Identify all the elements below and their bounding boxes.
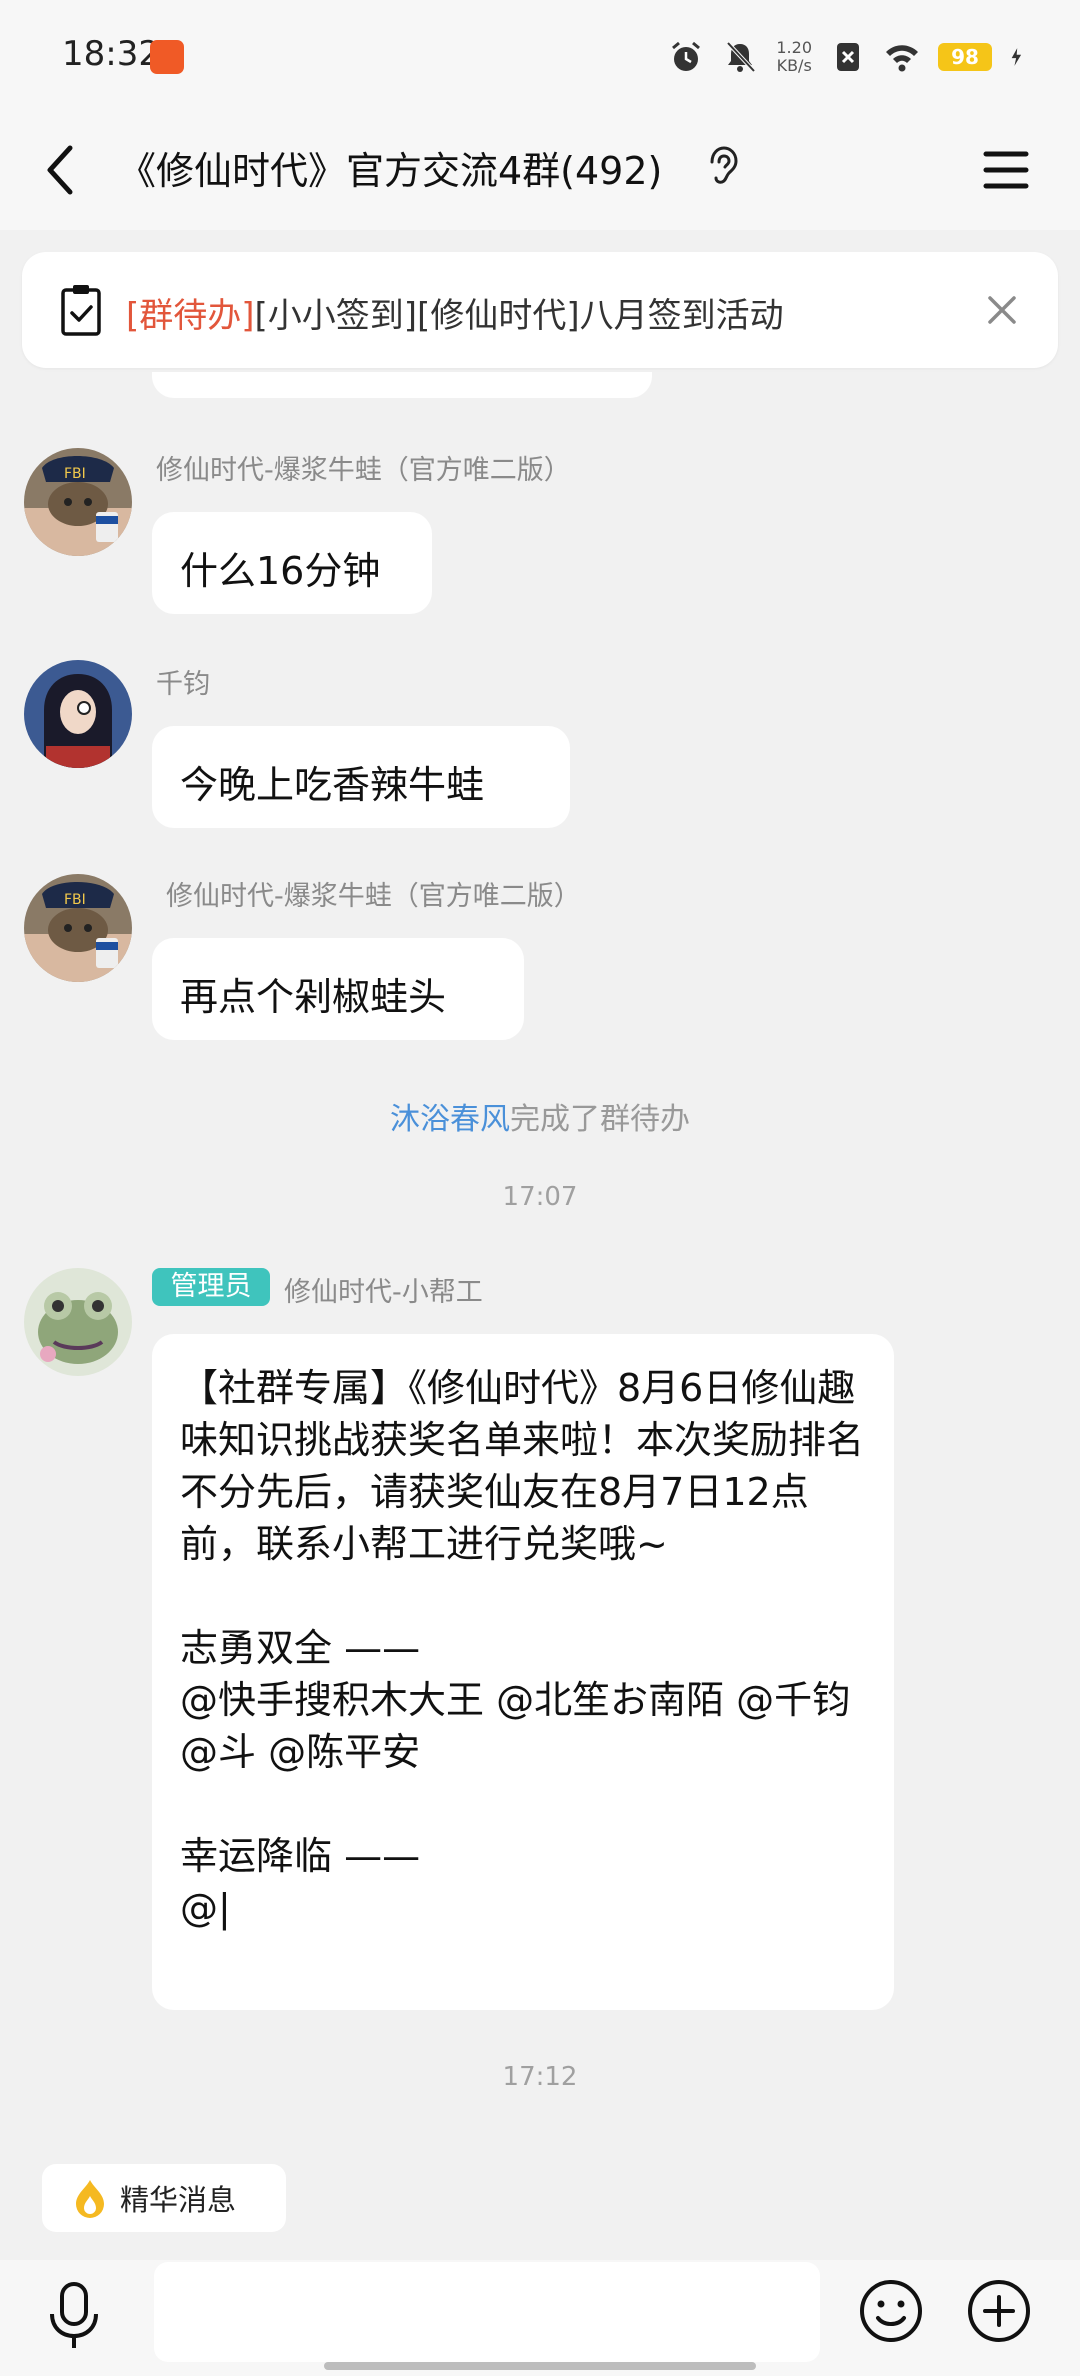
svg-text:FBI: FBI xyxy=(64,466,86,482)
message-sender: 千钧 xyxy=(156,669,210,700)
status-bar: 18:32 1.20 KB/s 98 xyxy=(0,0,1080,110)
home-indicator[interactable] xyxy=(324,2362,756,2370)
network-speed: 1.20 KB/s xyxy=(776,39,812,75)
close-icon[interactable] xyxy=(978,286,1026,334)
avatar[interactable] xyxy=(24,660,132,768)
message-sender: 修仙时代-小帮工 xyxy=(284,1277,483,1308)
notice-text: [群待办][小小签到][修仙时代]八月签到活动 xyxy=(126,288,784,337)
message-sender: 修仙时代-爆浆牛蛙（官方唯二版） xyxy=(166,881,581,912)
message-bubble[interactable]: 什么16分钟 xyxy=(152,512,432,614)
menu-icon[interactable] xyxy=(976,140,1036,200)
avatar[interactable]: FBI xyxy=(24,448,132,556)
avatar[interactable] xyxy=(24,1268,132,1376)
network-speed-unit: KB/s xyxy=(776,56,812,75)
app-notification-icon xyxy=(150,40,184,74)
previous-bubble-fragment xyxy=(152,372,652,398)
system-message-text: 完成了群待办 xyxy=(510,1102,690,1137)
admin-badge: 管理员 xyxy=(152,1268,270,1306)
wifi-icon xyxy=(886,45,918,72)
cat-fbi-avatar-icon: FBI xyxy=(24,874,132,982)
battery-level: 98 xyxy=(938,43,992,71)
essence-messages-button[interactable]: 精华消息 xyxy=(42,2164,286,2232)
frog-avatar-icon xyxy=(24,1268,132,1376)
status-time: 18:32 xyxy=(62,34,160,74)
no-sim-icon xyxy=(837,43,859,71)
network-speed-value: 1.20 xyxy=(776,38,812,57)
message-bubble[interactable]: 再点个剁椒蛙头 xyxy=(152,938,524,1040)
timestamp: 17:12 xyxy=(502,2062,578,2092)
message-input[interactable] xyxy=(154,2262,820,2362)
emoji-icon[interactable] xyxy=(858,2278,924,2344)
status-icons: 1.20 KB/s 98 xyxy=(668,36,1030,78)
group-title[interactable]: 《修仙时代》官方交流4群(492) xyxy=(118,140,662,195)
notice-content: [小小签到][修仙时代]八月签到活动 xyxy=(254,296,784,336)
message-sender: 修仙时代-爆浆牛蛙（官方唯二版） xyxy=(156,455,571,486)
anime-character-avatar-icon xyxy=(24,660,132,768)
ear-icon[interactable] xyxy=(704,142,740,194)
mic-icon[interactable] xyxy=(46,2280,102,2352)
essence-label: 精华消息 xyxy=(120,2183,237,2217)
message-bubble[interactable]: 【社群专属】《修仙时代》8月6日修仙趣味知识挑战获奖名单来啦！本次奖励排名不分先… xyxy=(152,1334,894,2010)
avatar[interactable]: FBI xyxy=(24,874,132,982)
back-icon[interactable] xyxy=(30,132,100,208)
notice-tag: [群待办] xyxy=(126,296,255,336)
flame-icon xyxy=(76,2180,104,2218)
mute-bell-icon xyxy=(726,41,756,73)
alarm-icon xyxy=(672,41,701,71)
svg-text:FBI: FBI xyxy=(64,892,86,908)
system-message: 沐浴春风完成了群待办 xyxy=(0,1094,1080,1138)
chat-header: 《修仙时代》官方交流4群(492) xyxy=(0,110,1080,230)
system-message-user[interactable]: 沐浴春风 xyxy=(390,1102,510,1137)
group-todo-notice[interactable]: [群待办][小小签到][修仙时代]八月签到活动 xyxy=(22,252,1058,368)
charging-icon xyxy=(1011,48,1022,66)
input-bar xyxy=(0,2260,1080,2376)
clipboard-check-icon xyxy=(61,285,101,336)
plus-circle-icon[interactable] xyxy=(966,2278,1032,2344)
message-bubble[interactable]: 今晚上吃香辣牛蛙 xyxy=(152,726,570,828)
timestamp: 17:07 xyxy=(502,1182,578,1212)
cat-fbi-avatar-icon: FBI xyxy=(24,448,132,556)
